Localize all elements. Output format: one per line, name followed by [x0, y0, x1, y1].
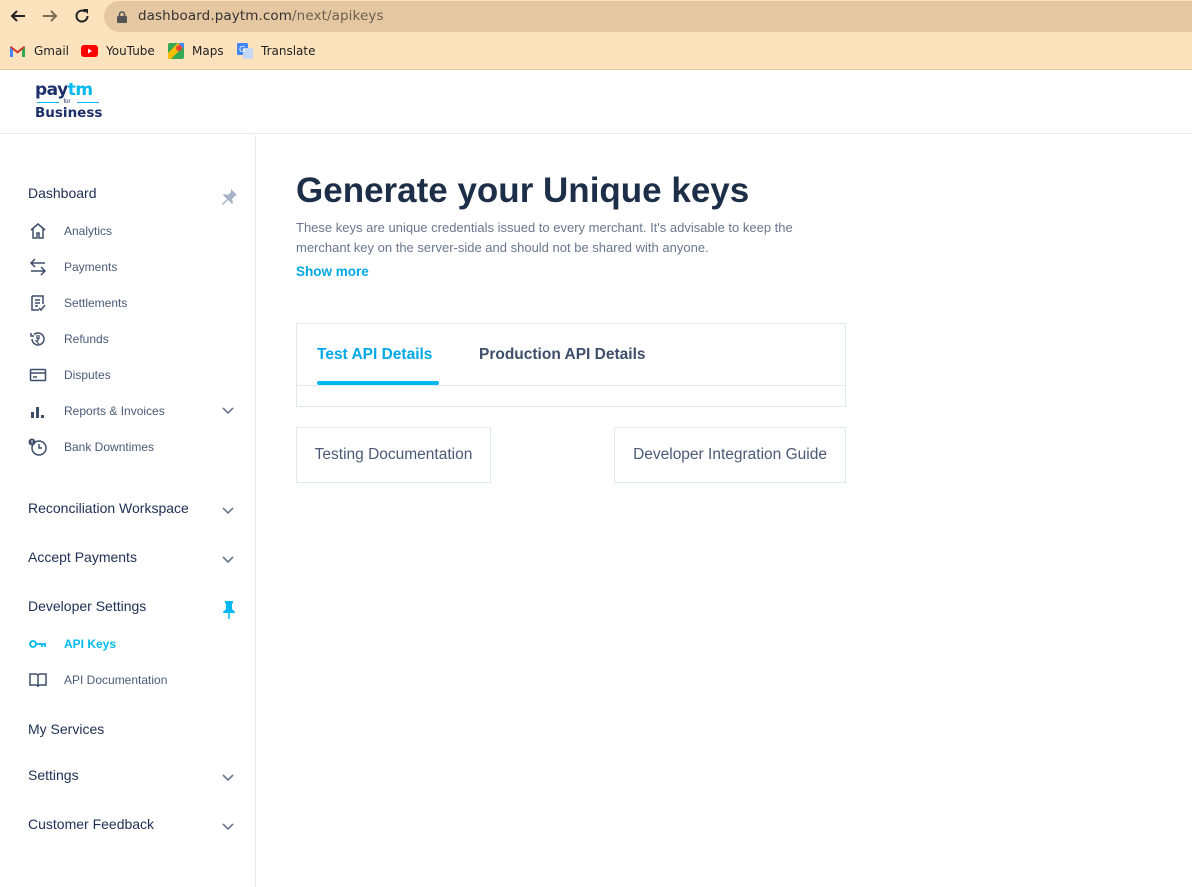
sidebar-item-label: Reports & Invoices — [64, 404, 165, 418]
reload-icon[interactable] — [71, 5, 93, 27]
tab-test-api-details[interactable]: Test API Details — [317, 346, 432, 364]
pin-active-icon[interactable] — [222, 600, 236, 625]
sidebar-item-label: Bank Downtimes — [64, 440, 155, 454]
tab-bar: Test API Details Production API Details — [297, 324, 845, 386]
translate-icon: G — [237, 43, 253, 59]
lock-icon — [117, 10, 127, 28]
show-more-link[interactable]: Show more — [296, 264, 369, 279]
youtube-icon — [81, 45, 98, 57]
page-title: Generate your Unique keys — [296, 171, 750, 210]
clock-alert-icon — [28, 437, 48, 457]
sidebar-item-api-documentation[interactable]: API Documentation — [28, 670, 167, 690]
key-icon — [28, 634, 48, 654]
logo-business: Business — [35, 105, 103, 121]
sidebar-item-label: API Documentation — [64, 673, 168, 687]
sidebar-item-analytics[interactable]: Analytics — [28, 221, 112, 241]
bookmark-youtube[interactable]: YouTube — [81, 42, 155, 60]
pin-icon[interactable] — [220, 188, 238, 211]
sidebar-item-refunds[interactable]: Refunds — [28, 329, 109, 349]
book-icon — [28, 670, 48, 690]
testing-documentation-button[interactable]: Testing Documentation — [296, 427, 491, 483]
sidebar-item-disputes[interactable]: Disputes — [28, 365, 111, 385]
sidebar-section-my-services[interactable]: My Services — [28, 721, 104, 737]
sidebar-item-label: Analytics — [64, 224, 113, 238]
bookmark-translate[interactable]: G Translate — [237, 42, 316, 60]
browser-chrome: dashboard.paytm.com/next/apikeys Gmail Y… — [0, 0, 1192, 70]
sidebar-item-label: API Keys — [64, 637, 117, 651]
gmail-icon — [10, 45, 25, 57]
forward-arrow-icon[interactable] — [39, 5, 61, 27]
chevron-down-icon[interactable] — [221, 406, 235, 416]
sidebar-section-reconciliation[interactable]: Reconciliation Workspace — [28, 500, 189, 516]
bookmark-gmail[interactable]: Gmail — [9, 42, 69, 60]
chevron-down-icon[interactable] — [221, 555, 235, 565]
developer-integration-guide-button[interactable]: Developer Integration Guide — [614, 427, 846, 483]
bookmark-label: Translate — [261, 44, 316, 58]
bar-chart-icon — [28, 401, 48, 421]
url-host: dashboard.paytm.com — [138, 8, 293, 24]
sidebar-item-payments[interactable]: Payments — [28, 257, 117, 277]
sidebar-item-label: Settlements — [64, 296, 128, 310]
home-icon — [28, 221, 48, 241]
logo-for: for — [35, 99, 99, 106]
url-path: /next/apikeys — [292, 8, 384, 24]
sidebar-item-bank-downtimes[interactable]: Bank Downtimes — [28, 437, 154, 457]
bookmark-label: Gmail — [34, 44, 70, 58]
sidebar-section-dashboard[interactable]: Dashboard — [28, 185, 97, 201]
tab-production-api-details[interactable]: Production API Details — [479, 346, 646, 364]
logo-tm: tm — [67, 80, 93, 100]
sidebar-section-settings[interactable]: Settings — [28, 767, 79, 783]
page-description: These keys are unique credentials issued… — [296, 220, 793, 255]
address-bar[interactable]: dashboard.paytm.com/next/apikeys — [104, 1, 1192, 32]
url-text: dashboard.paytm.com/next/apikeys — [138, 8, 384, 24]
sidebar-item-api-keys[interactable]: API Keys — [28, 634, 116, 654]
paytm-business-logo[interactable]: paytm for Business — [35, 81, 103, 121]
bookmark-maps[interactable]: Maps — [168, 42, 224, 60]
sidebar-item-label: Refunds — [64, 332, 109, 346]
sidebar-section-customer-feedback[interactable]: Customer Feedback — [28, 816, 154, 832]
refund-icon — [28, 329, 48, 349]
logo-paytm-text: paytm — [35, 81, 103, 99]
maps-icon — [168, 43, 184, 59]
logo-pay: pay — [35, 80, 68, 100]
card-icon — [28, 365, 48, 385]
sidebar: Dashboard Analytics Payments Settlements… — [0, 135, 256, 887]
bookmark-label: YouTube — [106, 44, 155, 58]
sidebar-item-reports-invoices[interactable]: Reports & Invoices — [28, 401, 165, 421]
sidebar-item-label: Disputes — [64, 368, 111, 382]
settlements-icon — [28, 293, 48, 313]
api-details-card: Test API Details Production API Details — [296, 323, 846, 407]
back-arrow-icon[interactable] — [7, 5, 29, 27]
bookmark-label: Maps — [192, 44, 224, 58]
chevron-down-icon[interactable] — [221, 773, 235, 783]
sidebar-item-label: Payments — [64, 260, 118, 274]
active-tab-indicator — [317, 381, 439, 385]
sidebar-section-developer-settings[interactable]: Developer Settings — [28, 598, 146, 614]
sidebar-section-accept-payments[interactable]: Accept Payments — [28, 549, 137, 565]
chevron-down-icon[interactable] — [221, 822, 235, 832]
transfer-arrows-icon — [28, 257, 48, 277]
chevron-down-icon[interactable] — [221, 506, 235, 516]
app-header: paytm for Business — [0, 71, 1192, 134]
sidebar-item-settlements[interactable]: Settlements — [28, 293, 127, 313]
svg-text:G: G — [239, 45, 245, 54]
